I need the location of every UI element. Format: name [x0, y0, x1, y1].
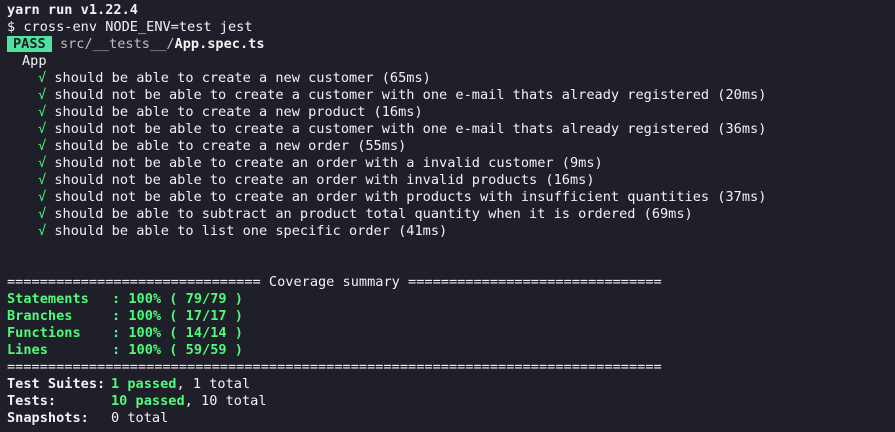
suites-label: Test Suites: [7, 376, 106, 392]
tests-total: , 10 total [184, 393, 267, 409]
test-file-result: PASS src/__tests__/App.spec.ts [7, 36, 888, 53]
yarn-version-line: yarn run v1.22.4 [7, 2, 138, 18]
coverage-row-functions: Functions : 100% ( 14/14 ) [7, 325, 888, 342]
checkmark-icon: √ [38, 172, 47, 188]
test-text: should be able to subtract an product to… [54, 206, 693, 222]
test-text: should not be able to create an order wi… [54, 155, 603, 171]
coverage-footer: ========================================… [7, 359, 662, 375]
coverage-label: Functions [7, 325, 81, 341]
coverage-value: : 100% ( 59/59 ) [112, 342, 243, 358]
test-item: √ should not be able to create a custome… [7, 121, 888, 138]
test-list: √ should be able to create a new custome… [7, 70, 888, 240]
coverage-value: : 100% ( 79/79 ) [112, 291, 243, 307]
test-text: should be able to create a new product (… [54, 104, 423, 120]
test-text: should not be able to create an order wi… [54, 172, 595, 188]
coverage-row-lines: Lines : 100% ( 59/59 ) [7, 342, 888, 359]
test-item: √ should be able to list one specific or… [7, 223, 888, 240]
checkmark-icon: √ [38, 189, 47, 205]
coverage-label: Lines [7, 342, 48, 358]
test-file-dir: src/__tests__/ [59, 36, 175, 52]
snapshots-value: 0 total [111, 410, 169, 426]
checkmark-icon: √ [38, 70, 47, 86]
test-item: √ should not be able to create a custome… [7, 87, 888, 104]
coverage-label: Branches [7, 308, 73, 324]
tests-passed: 10 passed [111, 393, 185, 409]
test-item: √ should not be able to create an order … [7, 155, 888, 172]
test-file-name: App.spec.ts [174, 36, 265, 52]
test-text: should not be able to create a customer … [54, 87, 767, 103]
terminal-output: yarn run v1.22.4 $ cross-env NODE_ENV=te… [0, 0, 895, 427]
checkmark-icon: √ [38, 206, 47, 222]
test-text: should be able to create a new customer … [54, 70, 431, 86]
test-text: should be able to list one specific orde… [54, 223, 448, 239]
test-item: √ should not be able to create an order … [7, 172, 888, 189]
summary-suites: Test Suites: 1 passed, 1 total [7, 376, 888, 393]
checkmark-icon: √ [38, 223, 47, 239]
suites-passed: 1 passed [111, 376, 177, 392]
test-text: should not be able to create a customer … [54, 121, 767, 137]
coverage-row-statements: Statements : 100% ( 79/79 ) [7, 291, 888, 308]
test-text: should not be able to create an order wi… [54, 189, 767, 205]
coverage-label: Statements [7, 291, 89, 307]
checkmark-icon: √ [38, 138, 47, 154]
coverage-value: : 100% ( 14/14 ) [112, 325, 243, 341]
test-item: √ should be able to create a new custome… [7, 70, 888, 87]
suites-total: , 1 total [176, 376, 251, 392]
checkmark-icon: √ [38, 104, 47, 120]
test-item: √ should be able to create a new product… [7, 104, 888, 121]
summary-tests: Tests: 10 passed, 10 total [7, 393, 888, 410]
test-text: should be able to create a new order (55… [54, 138, 407, 154]
checkmark-icon: √ [38, 87, 47, 103]
coverage-value: : 100% ( 17/17 ) [112, 308, 243, 324]
command-line: $ cross-env NODE_ENV=test jest [7, 19, 253, 35]
snapshots-label: Snapshots: [7, 410, 89, 426]
test-item: √ should be able to create a new order (… [7, 138, 888, 155]
test-item: √ should be able to subtract an product … [7, 206, 888, 223]
coverage-header: =============================== Coverage… [7, 274, 662, 290]
coverage-row-branches: Branches : 100% ( 17/17 ) [7, 308, 888, 325]
pass-badge: PASS [7, 36, 52, 52]
checkmark-icon: √ [38, 155, 47, 171]
suite-name: App [22, 53, 47, 69]
summary-snapshots: Snapshots: 0 total [7, 410, 888, 427]
test-item: √ should not be able to create an order … [7, 189, 888, 206]
tests-label: Tests: [7, 393, 57, 409]
checkmark-icon: √ [38, 121, 47, 137]
